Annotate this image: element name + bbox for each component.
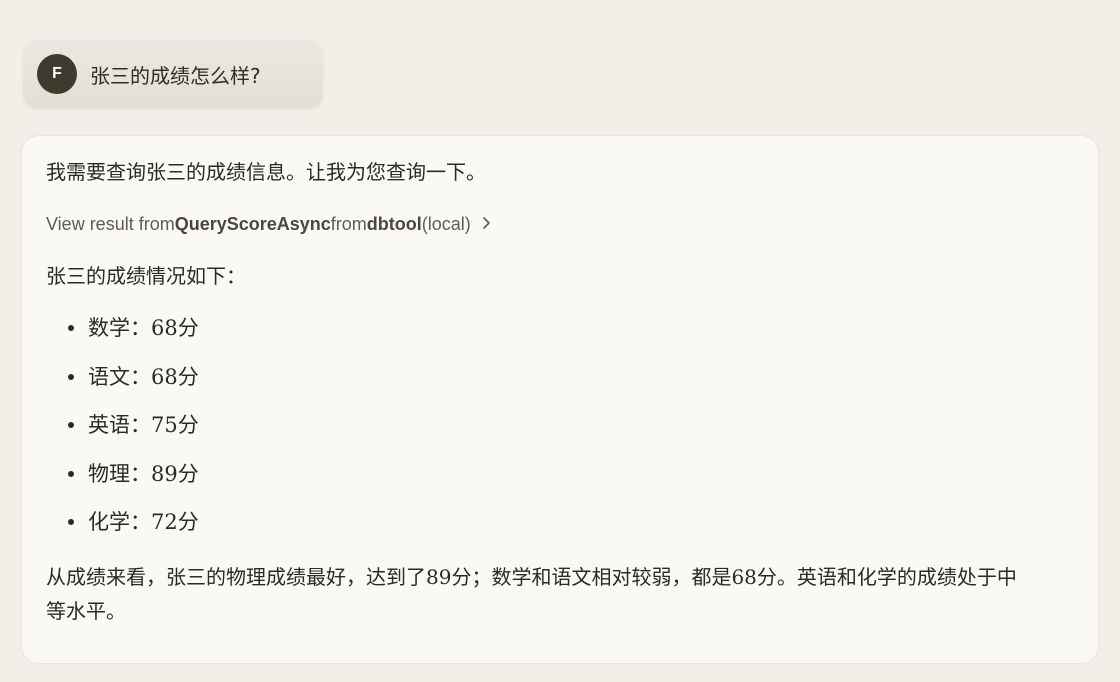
user-message-text: 张三的成绩怎么样? xyxy=(90,63,261,88)
response-intro: 我需要查询张三的成绩信息。让我为您查询一下。 xyxy=(46,160,486,184)
response-conclusion: 从成绩来看，张三的物理成绩最好，达到了89分；数学和语文相对较弱，都是68分。英… xyxy=(46,565,1017,623)
view-tool-result-link[interactable]: View result from QueryScoreAsync from db… xyxy=(46,214,491,235)
avatar[interactable]: F xyxy=(37,54,77,94)
scores-list: 数学：68分 语文：68分 英语：75分 物理：89分 化学：72分 xyxy=(46,312,199,555)
list-item: 英语：75分 xyxy=(46,409,199,458)
tool-link-prefix: View result from xyxy=(46,214,175,234)
tool-link-suffix: (local) xyxy=(421,214,471,234)
assistant-response-card: 我需要查询张三的成绩信息。让我为您查询一下。 View result from … xyxy=(21,135,1099,664)
user-message-bubble: F 张三的成绩怎么样? xyxy=(23,40,323,108)
tool-name: QueryScoreAsync xyxy=(174,214,331,234)
tool-link-middle: from xyxy=(330,214,367,234)
list-item: 语文：68分 xyxy=(46,361,199,410)
scores-heading: 张三的成绩情况如下： xyxy=(46,264,246,288)
tool-server-name: dbtool xyxy=(366,214,422,234)
chevron-right-icon xyxy=(481,214,491,235)
list-item: 物理：89分 xyxy=(46,458,199,507)
list-item: 数学：68分 xyxy=(46,312,199,361)
list-item: 化学：72分 xyxy=(46,506,199,555)
